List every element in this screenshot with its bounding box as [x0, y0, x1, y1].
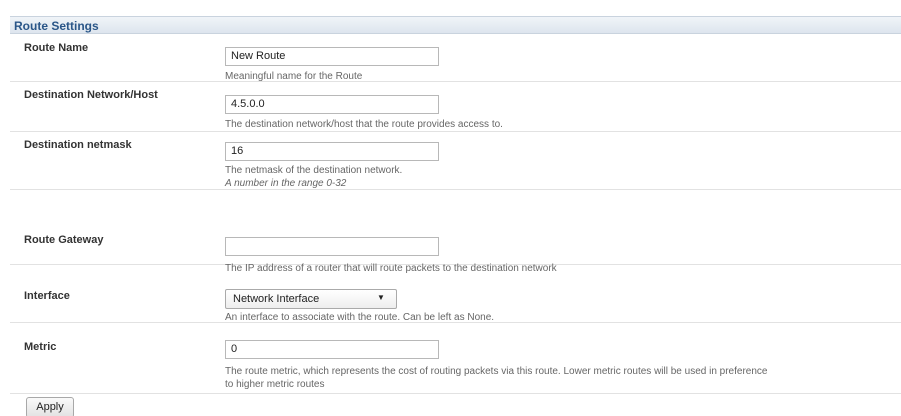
metric-help-line-1: The route metric, which represents the c… [225, 366, 768, 377]
gateway-row: Route Gateway The IP address of a router… [10, 190, 901, 274]
gateway-input[interactable] [225, 237, 439, 256]
gateway-label: Route Gateway [24, 234, 104, 246]
netmask-label: Destination netmask [24, 139, 132, 151]
netmask-input[interactable]: 16 [225, 142, 439, 161]
metric-input[interactable]: 0 [225, 340, 439, 359]
destination-label: Destination Network/Host [24, 89, 158, 101]
metric-help-line-2: to higher metric routes [225, 379, 325, 390]
route-settings-panel: Route Settings Route Name New Route Mean… [10, 16, 901, 416]
destination-help: The destination network/host that the ro… [225, 119, 503, 130]
metric-row: Metric 0 The route metric, which represe… [10, 323, 901, 394]
netmask-row: Destination netmask 16 The netmask of th… [10, 132, 901, 190]
route-name-input[interactable]: New Route [225, 47, 439, 66]
interface-selected-value: Network Interface [233, 293, 320, 305]
netmask-range-note: A number in the range 0-32 [225, 178, 347, 189]
route-name-label: Route Name [24, 42, 89, 54]
apply-button[interactable]: Apply [26, 397, 74, 416]
panel-title: Route Settings [14, 19, 99, 33]
metric-label: Metric [24, 341, 57, 353]
netmask-help: The netmask of the destination network. [225, 165, 403, 176]
destination-input[interactable]: 4.5.0.0 [225, 95, 439, 114]
interface-row: Interface Network Interface ▼ An interfa… [10, 265, 901, 323]
chevron-down-icon: ▼ [377, 293, 385, 302]
route-name-row: Route Name New Route Meaningful name for… [10, 35, 901, 82]
panel-header: Route Settings [10, 16, 901, 34]
interface-select[interactable]: Network Interface ▼ [225, 289, 397, 309]
destination-row: Destination Network/Host 4.5.0.0 The des… [10, 82, 901, 132]
interface-label: Interface [24, 290, 70, 302]
